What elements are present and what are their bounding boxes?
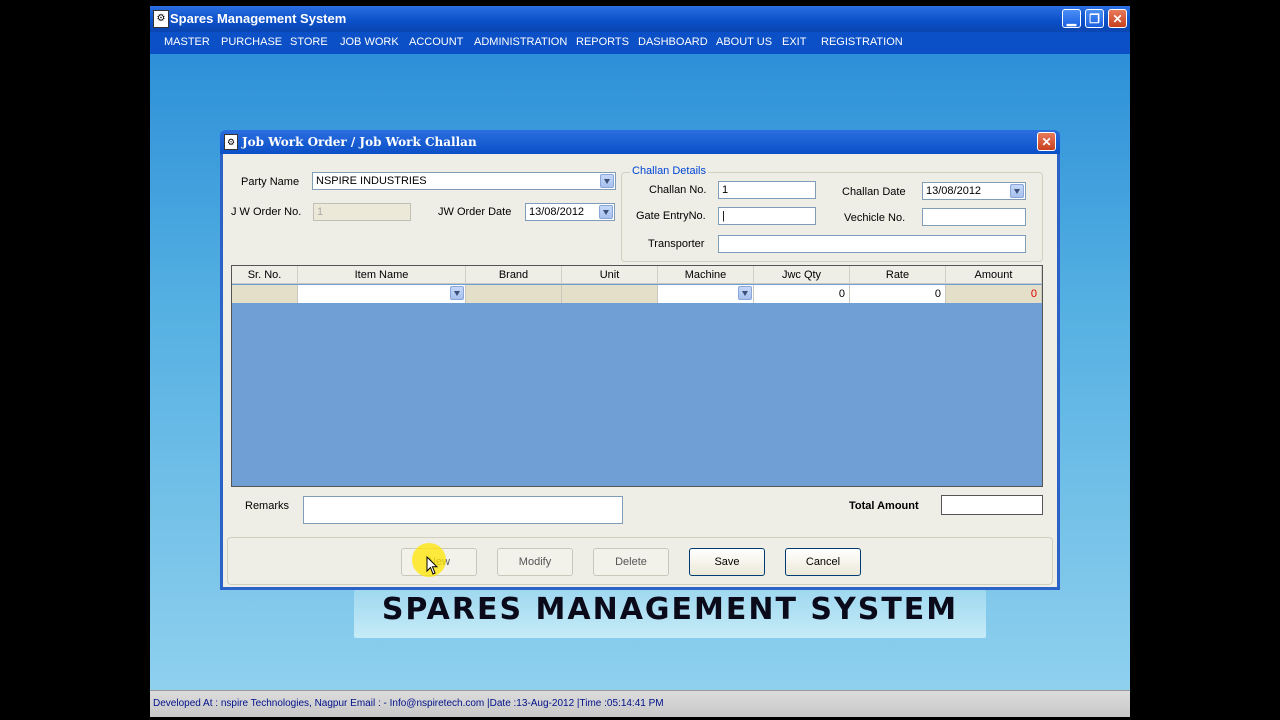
challan-no-field[interactable]: 1 [718,181,816,199]
screen: ⚙ Spares Management System ▁ ❐ ✕ MASTER … [150,0,1130,720]
jw-order-date-value: 13/08/2012 [529,206,585,218]
challan-no-label: Challan No. [649,184,707,196]
jw-order-date-picker[interactable]: 13/08/2012 [525,203,615,221]
col-sr-no: Sr. No. [232,266,298,284]
dialog-icon: ⚙ [224,134,238,150]
minimize-button[interactable]: ▁ [1062,9,1081,28]
menu-exit[interactable]: EXIT [782,36,806,48]
cancel-button[interactable]: Cancel [785,548,861,576]
jw-order-no-label: J W Order No. [231,206,302,218]
vehicle-no-label: Vechicle No. [844,212,906,224]
transporter-label: Transporter [648,238,705,250]
gate-entry-field[interactable]: | [718,207,816,225]
chevron-down-icon[interactable] [600,174,614,188]
dialog-titlebar: ⚙ Job Work Order / Job Work Challan ✕ [220,130,1060,154]
challan-date-value: 13/08/2012 [926,185,982,197]
items-grid[interactable]: Sr. No. Item Name Brand Unit Machine Jwc… [231,265,1043,487]
col-item-name: Item Name [298,266,466,284]
dialog-close-button[interactable]: ✕ [1037,132,1056,151]
menu-store[interactable]: STORE [290,36,328,48]
mouse-cursor-icon [426,556,438,575]
col-amount: Amount [946,266,1042,284]
chevron-down-icon[interactable] [599,205,613,219]
app-title: Spares Management System [170,11,347,26]
chevron-down-icon[interactable] [450,286,464,300]
menu-bar: MASTER PURCHASE STORE JOB WORK ACCOUNT A… [150,32,1130,54]
banner: SPARES MANAGEMENT SYSTEM [354,590,986,638]
modify-button[interactable]: Modify [497,548,573,576]
party-name-combo[interactable]: NSPIRE INDUSTRIES [312,172,616,190]
total-amount-field [941,495,1043,515]
vehicle-no-field[interactable] [922,208,1026,226]
jw-order-no-field: 1 [313,203,411,221]
banner-text: SPARES MANAGEMENT SYSTEM [381,592,959,627]
menu-dashboard[interactable]: DASHBOARD [638,36,708,48]
remarks-label: Remarks [245,500,290,512]
job-work-dialog: ⚙ Job Work Order / Job Work Challan ✕ Pa… [220,130,1060,590]
party-name-value: NSPIRE INDUSTRIES [316,175,427,187]
cell-sr-no[interactable] [232,285,298,303]
menu-master[interactable]: MASTER [164,36,210,48]
chevron-down-icon[interactable] [738,286,752,300]
jw-order-date-label: JW Order Date [438,206,512,218]
challan-details-group: Challan Details Challan No. 1 Challan Da… [621,165,1043,262]
app-titlebar: ⚙ Spares Management System ▁ ❐ ✕ [150,6,1130,32]
col-brand: Brand [466,266,562,284]
party-name-label: Party Name [241,176,300,188]
col-unit: Unit [562,266,658,284]
challan-date-picker[interactable]: 13/08/2012 [922,182,1026,200]
menu-purchase[interactable]: PURCHASE [221,36,282,48]
challan-details-legend: Challan Details [630,165,708,177]
menu-reports[interactable]: REPORTS [576,36,629,48]
gate-entry-label: Gate EntryNo. [636,210,706,222]
close-button[interactable]: ✕ [1108,9,1127,28]
challan-date-label: Challan Date [842,186,906,198]
cell-unit[interactable] [562,285,658,303]
status-bar: Developed At : nspire Technologies, Nagp… [150,690,1130,717]
total-amount-label: Total Amount [849,500,919,512]
col-machine: Machine [658,266,754,284]
cell-machine[interactable] [658,285,754,303]
cell-brand[interactable] [466,285,562,303]
maximize-button[interactable]: ❐ [1085,9,1104,28]
chevron-down-icon[interactable] [1010,184,1024,198]
save-button[interactable]: Save [689,548,765,576]
app-icon: ⚙ [153,10,169,28]
transporter-field[interactable] [718,235,1026,253]
menu-account[interactable]: ACCOUNT [409,36,463,48]
status-text: Developed At : nspire Technologies, Nagp… [153,698,664,709]
menu-job-work[interactable]: JOB WORK [340,36,399,48]
cell-amount: 0 [946,285,1042,303]
menu-about-us[interactable]: ABOUT US [716,36,772,48]
col-jwc-qty: Jwc Qty [754,266,850,284]
dialog-title: Job Work Order / Job Work Challan [242,135,477,149]
cell-jwc-qty[interactable]: 0 [754,285,850,303]
cell-item-name[interactable] [298,285,466,303]
col-rate: Rate [850,266,946,284]
menu-administration[interactable]: ADMINISTRATION [474,36,567,48]
delete-button[interactable]: Delete [593,548,669,576]
cell-rate[interactable]: 0 [850,285,946,303]
remarks-field[interactable] [303,496,623,524]
dialog-body: Party Name NSPIRE INDUSTRIES J W Order N… [223,154,1057,587]
menu-registration[interactable]: REGISTRATION [821,36,903,48]
